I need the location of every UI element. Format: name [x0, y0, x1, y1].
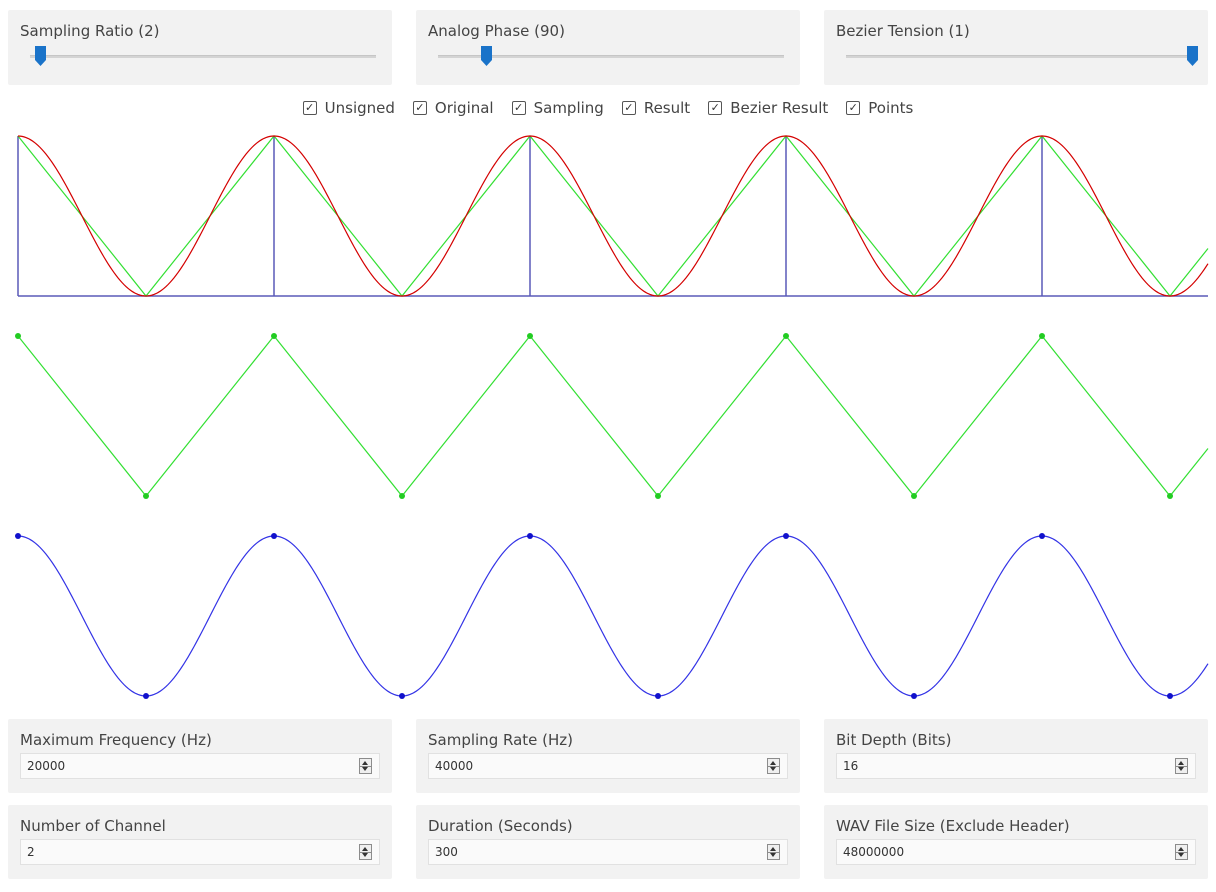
- number-of-channel-spinner[interactable]: [359, 844, 372, 860]
- bit-depth-spinner[interactable]: [1175, 758, 1188, 774]
- toggle-bezier-result-label: Bezier Result: [730, 99, 829, 117]
- bezier-point: [1039, 533, 1045, 539]
- bezier-point: [911, 693, 917, 699]
- original-sampling-plot: [17, 135, 1209, 297]
- checkbox-sampling[interactable]: ✓: [511, 101, 526, 115]
- slider-panel-analog-phase: Analog Phase (90): [416, 10, 800, 85]
- bit-depth-label: Bit Depth (Bits): [836, 731, 952, 749]
- sampling-rate-label: Sampling Rate (Hz): [428, 731, 573, 749]
- toggle-points[interactable]: ✓ Points: [846, 97, 913, 119]
- original-wave: [17, 135, 1209, 297]
- duration-input[interactable]: 300: [428, 839, 788, 865]
- toggle-result-label: Result: [643, 99, 691, 117]
- bezier-point: [271, 533, 277, 539]
- duration-label: Duration (Seconds): [428, 817, 573, 835]
- wav-file-size-input[interactable]: 48000000: [836, 839, 1196, 865]
- toggle-unsigned-label: Unsigned: [324, 99, 395, 117]
- toggle-result[interactable]: ✓ Result: [621, 97, 691, 119]
- bezier-point: [527, 533, 533, 539]
- duration-spinner[interactable]: [767, 844, 780, 860]
- result-point: [399, 493, 405, 499]
- number-of-channel-input[interactable]: 2: [20, 839, 380, 865]
- panel-bit-depth: Bit Depth (Bits) 16: [824, 719, 1208, 793]
- bezier-tension-thumb[interactable]: [1187, 46, 1198, 66]
- maximum-frequency-value: 20000: [27, 759, 66, 773]
- wav-file-size-value: 48000000: [843, 845, 905, 859]
- analog-phase-label: Analog Phase (90): [428, 22, 565, 40]
- checkbox-result[interactable]: ✓: [621, 101, 636, 115]
- analog-phase-thumb[interactable]: [481, 46, 493, 66]
- result-point: [143, 493, 149, 499]
- bezier-tension-slider[interactable]: [846, 46, 1198, 66]
- sampling-rate-spinner[interactable]: [767, 758, 780, 774]
- analog-phase-slider[interactable]: [438, 46, 784, 66]
- toggle-points-label: Points: [868, 99, 914, 117]
- panel-duration: Duration (Seconds) 300: [416, 805, 800, 879]
- panel-sampling-rate: Sampling Rate (Hz) 40000: [416, 719, 800, 793]
- toggle-bezier-result[interactable]: ✓ Bezier Result: [708, 97, 828, 119]
- slider-panel-bezier-tension: Bezier Tension (1): [824, 10, 1208, 85]
- result-plot: [15, 333, 1209, 499]
- result-point: [783, 333, 789, 339]
- slider-panel-sampling-ratio: Sampling Ratio (2): [8, 10, 392, 85]
- checkbox-points[interactable]: ✓: [846, 101, 861, 115]
- wav-file-size-label: WAV File Size (Exclude Header): [836, 817, 1070, 835]
- result-point: [271, 333, 277, 339]
- toggle-sampling-label: Sampling: [533, 99, 604, 117]
- bezier-point: [655, 693, 661, 699]
- maximum-frequency-input[interactable]: 20000: [20, 753, 380, 779]
- sampling-ratio-thumb[interactable]: [35, 46, 47, 66]
- toggle-unsigned[interactable]: ✓ Unsigned: [302, 97, 395, 119]
- result-wave: [17, 335, 1209, 497]
- sampling-rate-value: 40000: [435, 759, 474, 773]
- checkbox-original[interactable]: ✓: [412, 101, 427, 115]
- checkbox-bezier-result[interactable]: ✓: [708, 101, 723, 115]
- maximum-frequency-spinner[interactable]: [359, 758, 372, 774]
- panel-maximum-frequency: Maximum Frequency (Hz) 20000: [8, 719, 392, 793]
- sampling-rate-input[interactable]: 40000: [428, 753, 788, 779]
- result-point: [1167, 493, 1173, 499]
- result-point: [15, 333, 21, 339]
- bezier-point: [143, 693, 149, 699]
- bezier-point: [15, 533, 21, 539]
- panel-number-of-channel: Number of Channel 2: [8, 805, 392, 879]
- bit-depth-value: 16: [843, 759, 859, 773]
- toggle-original-label: Original: [434, 99, 494, 117]
- number-of-channel-value: 2: [27, 845, 35, 859]
- duration-value: 300: [435, 845, 458, 859]
- toggle-sampling[interactable]: ✓ Sampling: [511, 97, 604, 119]
- toggle-original[interactable]: ✓ Original: [412, 97, 494, 119]
- result-point: [527, 333, 533, 339]
- bezier-result-plot: [15, 533, 1209, 699]
- bezier-point: [1167, 693, 1173, 699]
- result-line: [17, 135, 1209, 297]
- number-of-channel-label: Number of Channel: [20, 817, 166, 835]
- result-point: [911, 493, 917, 499]
- sampling-ratio-label: Sampling Ratio (2): [20, 22, 160, 40]
- result-point: [1039, 333, 1045, 339]
- bezier-wave: [17, 535, 1209, 697]
- wav-file-size-spinner[interactable]: [1175, 844, 1188, 860]
- display-toggles: ✓ Unsigned ✓ Original ✓ Sampling ✓ Result ✓ B…: [0, 97, 1216, 119]
- bit-depth-input[interactable]: 16: [836, 753, 1196, 779]
- result-point: [655, 493, 661, 499]
- checkbox-unsigned[interactable]: ✓: [302, 101, 317, 115]
- bezier-tension-label: Bezier Tension (1): [836, 22, 970, 40]
- panel-wav-file-size: WAV File Size (Exclude Header) 48000000: [824, 805, 1208, 879]
- bezier-point: [399, 693, 405, 699]
- bezier-point: [783, 533, 789, 539]
- sampling-ratio-slider[interactable]: [30, 46, 376, 66]
- maximum-frequency-label: Maximum Frequency (Hz): [20, 731, 212, 749]
